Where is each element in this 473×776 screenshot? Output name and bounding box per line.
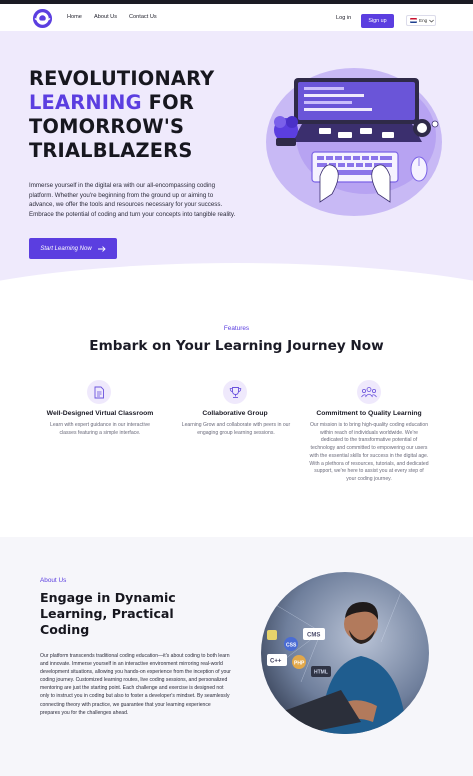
- nav-link-contact[interactable]: Contact Us: [129, 14, 157, 20]
- hero-title-accent: LEARNING: [29, 91, 142, 114]
- feature-title: Collaborative Group: [202, 410, 268, 417]
- flag-icon: [410, 18, 417, 23]
- badge-label: PHP: [294, 661, 305, 667]
- feature-icon-circle: [87, 380, 111, 404]
- badge-label: CMS: [307, 633, 320, 639]
- badge-label: C++: [270, 659, 282, 665]
- start-learning-button[interactable]: Start Learning Now: [29, 238, 117, 259]
- start-learning-label: Start Learning Now: [40, 245, 92, 252]
- trophy-icon: [229, 386, 241, 398]
- nav-link-home[interactable]: Home: [67, 14, 82, 20]
- feature-icon-circle: [357, 380, 381, 404]
- hero-illustration: [266, 68, 442, 216]
- feature-description: Our mission is to bring high-quality cod…: [309, 422, 429, 482]
- navbar: Home About Us Contact Us Log in Sign up …: [0, 4, 473, 31]
- badge-label: CSS: [286, 643, 297, 649]
- language-label: Eng: [419, 18, 428, 23]
- login-link[interactable]: Log in: [336, 15, 351, 21]
- feature-icon-circle: [223, 380, 247, 404]
- chevron-down-icon: [429, 19, 435, 23]
- feature-description: Learn with expert guidance in our intera…: [50, 422, 150, 436]
- feature-title: Commitment to Quality Learning: [316, 410, 422, 417]
- about-photo: CMS CSS C++ PHP HTML: [261, 572, 429, 734]
- badge-label: HTML: [314, 670, 328, 676]
- about-label: About Us: [40, 577, 67, 584]
- hero-curve: [0, 263, 473, 293]
- hero-title: REVOLUTIONARY LEARNING FOR TOMORROW'S TR…: [29, 67, 215, 162]
- group-icon: [361, 387, 377, 398]
- about-title: Engage in Dynamic Learning, Practical Co…: [40, 590, 176, 637]
- document-icon: [94, 386, 104, 398]
- features-title: Embark on Your Learning Journey Now: [89, 338, 384, 354]
- signup-button[interactable]: Sign up: [361, 14, 394, 28]
- hero-description: Immerse yourself in the digital era with…: [29, 182, 236, 218]
- nav-link-about[interactable]: About Us: [94, 14, 117, 20]
- hero-section: REVOLUTIONARY LEARNING FOR TOMORROW'S TR…: [0, 31, 473, 293]
- about-description: Our platform transcends traditional codi…: [40, 653, 231, 716]
- arrow-right-icon: [97, 245, 106, 252]
- logo[interactable]: [32, 8, 53, 29]
- feature-description: Learning Grow and collaborate with peers…: [181, 422, 291, 436]
- features-label: Features: [223, 325, 250, 332]
- language-selector[interactable]: Eng: [406, 15, 436, 26]
- feature-title: Well-Designed Virtual Classroom: [46, 410, 154, 417]
- developer-photo-illustration: CMS CSS C++ PHP HTML: [261, 572, 429, 734]
